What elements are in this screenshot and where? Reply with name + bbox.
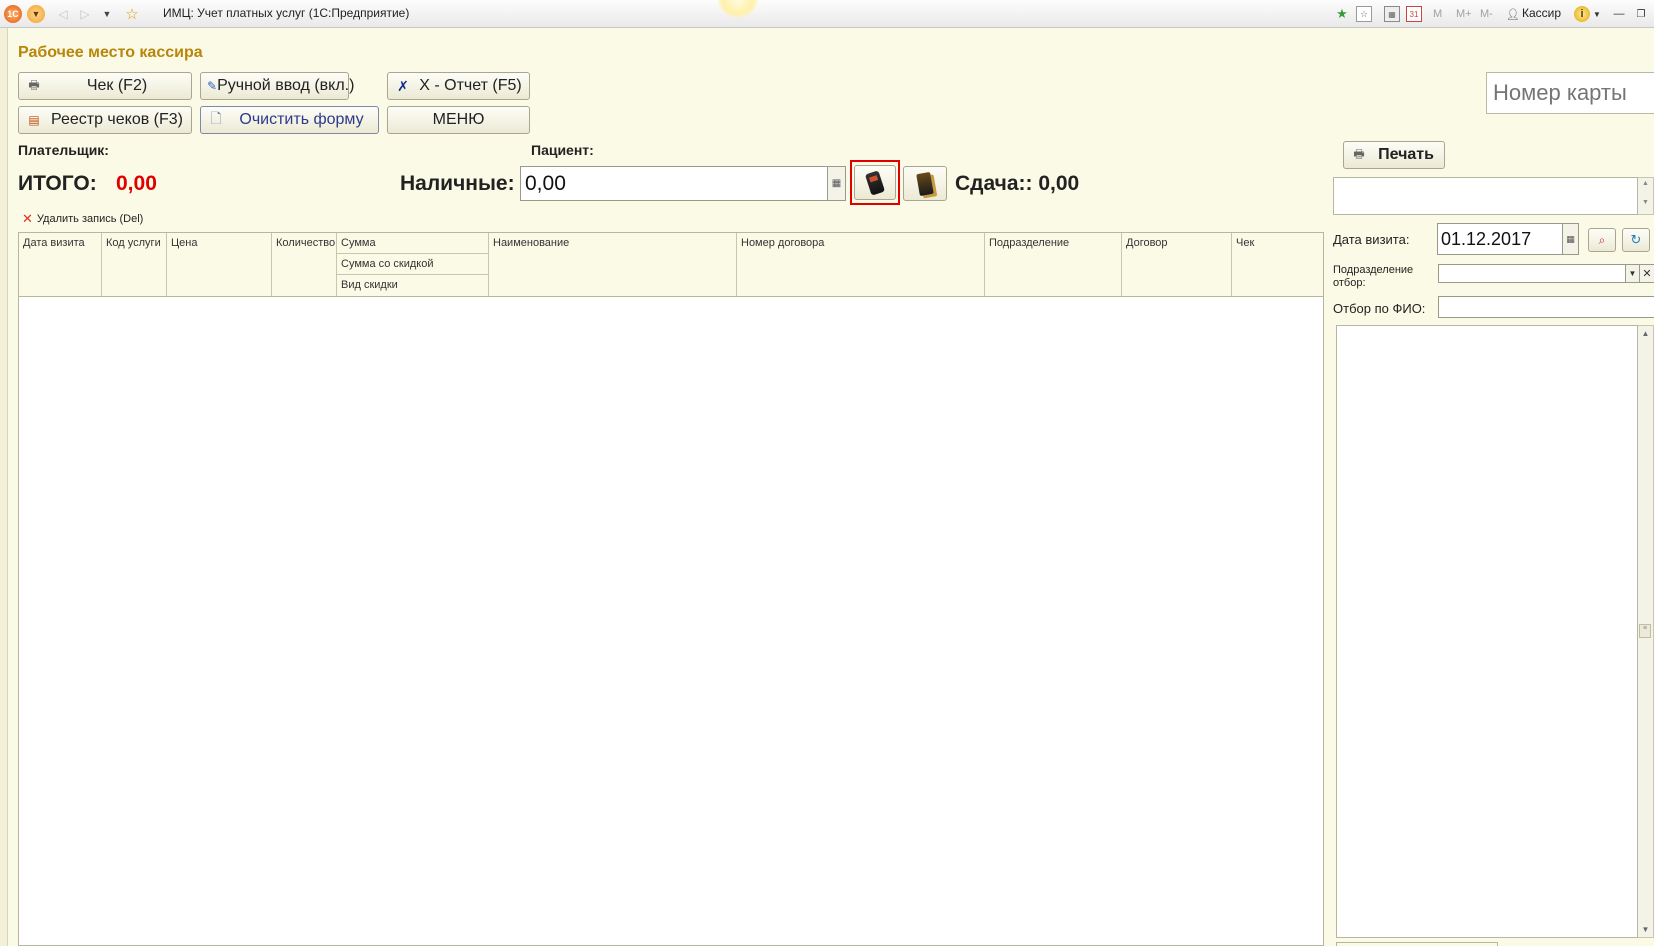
department-filter-label: Подразделение отбор: [1333,264,1414,289]
services-table[interactable]: Дата визита Код услуги Цена Количество С… [18,232,1324,946]
calendar-icon[interactable]: ▦ [1563,223,1579,255]
calendar-icon[interactable]: 31 [1406,6,1422,22]
printer-icon: 🖶︎ [1353,146,1365,161]
manual-input-label: Ручной ввод (вкл.) [217,77,355,94]
clear-form-button[interactable]: 🗋︎ Очистить форму [200,106,379,134]
refresh-button[interactable]: ↻ [1622,228,1650,252]
decorative-glow [718,0,758,18]
calculator-icon[interactable]: ▦ [828,166,846,201]
history-icon[interactable]: ▼ [98,5,116,23]
total-value: 0,00 [116,172,157,195]
column-quantity[interactable]: Количество [272,233,337,296]
window-frame-left [0,28,8,946]
menu-button[interactable]: МЕНЮ [387,106,530,134]
table-header: Дата визита Код услуги Цена Количество С… [19,233,1323,297]
print-label: Печать [1378,146,1434,163]
window-titlebar: 1С ▼ ◁ ▷ ▼ ☆ ИМЦ: Учет платных услуг (1С… [0,0,1654,28]
column-service-code[interactable]: Код услуги [102,233,167,296]
scroll-up-icon[interactable]: ▲ [1638,329,1653,338]
pos-terminal-button[interactable] [903,166,947,201]
manual-input-button[interactable]: ✎ Ручной ввод (вкл.) [200,72,354,100]
payment-terminal-icon [864,169,886,196]
department-filter-input[interactable] [1438,264,1626,283]
column-visit-date[interactable]: Дата визита [19,233,102,296]
registry-icon: ▤ [28,113,40,127]
info-icon[interactable]: i [1574,6,1590,22]
column-discount-type[interactable]: Вид скидки [337,275,488,296]
x-report-button[interactable]: ✗ X - Отчет (F5) [387,72,530,100]
memory-mplus-button[interactable]: M+ [1456,6,1472,22]
clear-icon[interactable]: ✕ [1640,264,1654,283]
card-payment-button[interactable] [850,160,900,205]
scroll-down-icon[interactable]: ▼ [1638,925,1653,934]
manual-input-icon: ✎ [207,79,218,93]
bookmark-icon[interactable]: ☆ [1356,6,1372,22]
column-contract[interactable]: Договор [1122,233,1232,296]
delete-record-button[interactable]: ✕ Удалить запись (Del) [22,211,143,227]
back-icon[interactable]: ◁ [54,5,72,23]
check-button[interactable]: 🖶︎ Чек (F2) [18,72,192,100]
main-menu-icon[interactable]: ▼ [27,5,45,23]
minimize-icon[interactable]: — [1612,6,1626,22]
visit-date-input[interactable] [1437,223,1563,255]
patients-list[interactable] [1336,325,1638,938]
printer-icon: 🖶︎ [28,77,40,92]
memory-m-button[interactable]: M [1433,6,1442,22]
x-report-label: X - Отчет (F5) [419,77,522,94]
calculator-icon[interactable]: ▦ [1384,6,1400,22]
refresh-icon: ↻ [1630,232,1642,247]
blank-document-icon: 🗋︎ [210,110,222,126]
total-label: ИТОГО: [18,172,97,195]
card-number-input[interactable] [1486,72,1654,114]
window-title: ИМЦ: Учет платных услуг (1С:Предприятие) [163,6,410,20]
print-button[interactable]: 🖶︎ Печать [1343,141,1445,169]
user-name[interactable]: Кассир [1522,6,1561,20]
scroll-thumb[interactable]: ≡ [1639,624,1651,638]
change-label: Сдача:: 0,00 [955,172,1080,195]
patient-label: Пациент: [531,142,594,158]
column-name[interactable]: Наименование [489,233,737,296]
cash-input[interactable] [520,166,828,201]
bottom-tab[interactable] [1336,942,1498,946]
info-box[interactable] [1333,177,1638,215]
delete-record-label: Удалить запись (Del) [36,213,144,225]
x-report-icon: ✗ [397,77,409,94]
patients-list-scrollbar[interactable]: ▲ ≡ ▼ [1638,325,1654,938]
check-registry-button[interactable]: ▤ Реестр чеков (F3) [18,106,192,134]
cash-label: Наличные: [400,172,515,195]
column-check[interactable]: Чек [1232,233,1324,296]
column-department[interactable]: Подразделение [985,233,1122,296]
check-button-label: Чек (F2) [86,77,148,94]
scroll-up-icon[interactable]: ▲ [1638,180,1653,187]
column-sum[interactable]: Сумма [337,233,488,254]
favorites-list-icon[interactable]: ★ [1334,6,1350,22]
visit-date-label: Дата визита: [1333,232,1410,247]
memory-mminus-button[interactable]: M- [1480,6,1493,22]
favorite-icon[interactable]: ☆ [123,5,141,23]
delete-icon: ✕ [22,211,33,226]
app-logo-icon[interactable]: 1С [4,5,22,23]
scroll-down-icon[interactable]: ▼ [1638,199,1653,206]
fio-filter-input[interactable] [1438,296,1654,318]
search-icon: ⌕ [1598,232,1606,247]
menu-label: МЕНЮ [432,111,485,128]
check-registry-label: Реестр чеков (F3) [50,111,184,128]
search-clear-button[interactable]: ⌕ [1588,228,1616,252]
forward-icon[interactable]: ▷ [76,5,94,23]
column-sum-group: Сумма Сумма со скидкой Вид скидки [337,233,489,296]
user-icon: 👤︎ [1506,8,1520,21]
column-sum-discount[interactable]: Сумма со скидкой [337,254,488,275]
info-dropdown-icon[interactable]: ▼ [1592,6,1602,22]
fio-filter-label: Отбор по ФИО: [1333,301,1426,316]
form-title: Рабочее место кассира [18,44,203,61]
payer-label: Плательщик: [18,142,109,158]
clear-form-label: Очистить форму [239,111,364,128]
card-payment-button-face [854,165,896,200]
pos-terminal-icon [916,171,934,196]
chevron-down-icon[interactable]: ▼ [1626,264,1640,283]
column-price[interactable]: Цена [167,233,272,296]
restore-icon[interactable]: ❐ [1634,6,1648,22]
column-contract-number[interactable]: Номер договора [737,233,985,296]
info-box-scrollbar[interactable]: ▲ ▼ [1638,177,1654,215]
